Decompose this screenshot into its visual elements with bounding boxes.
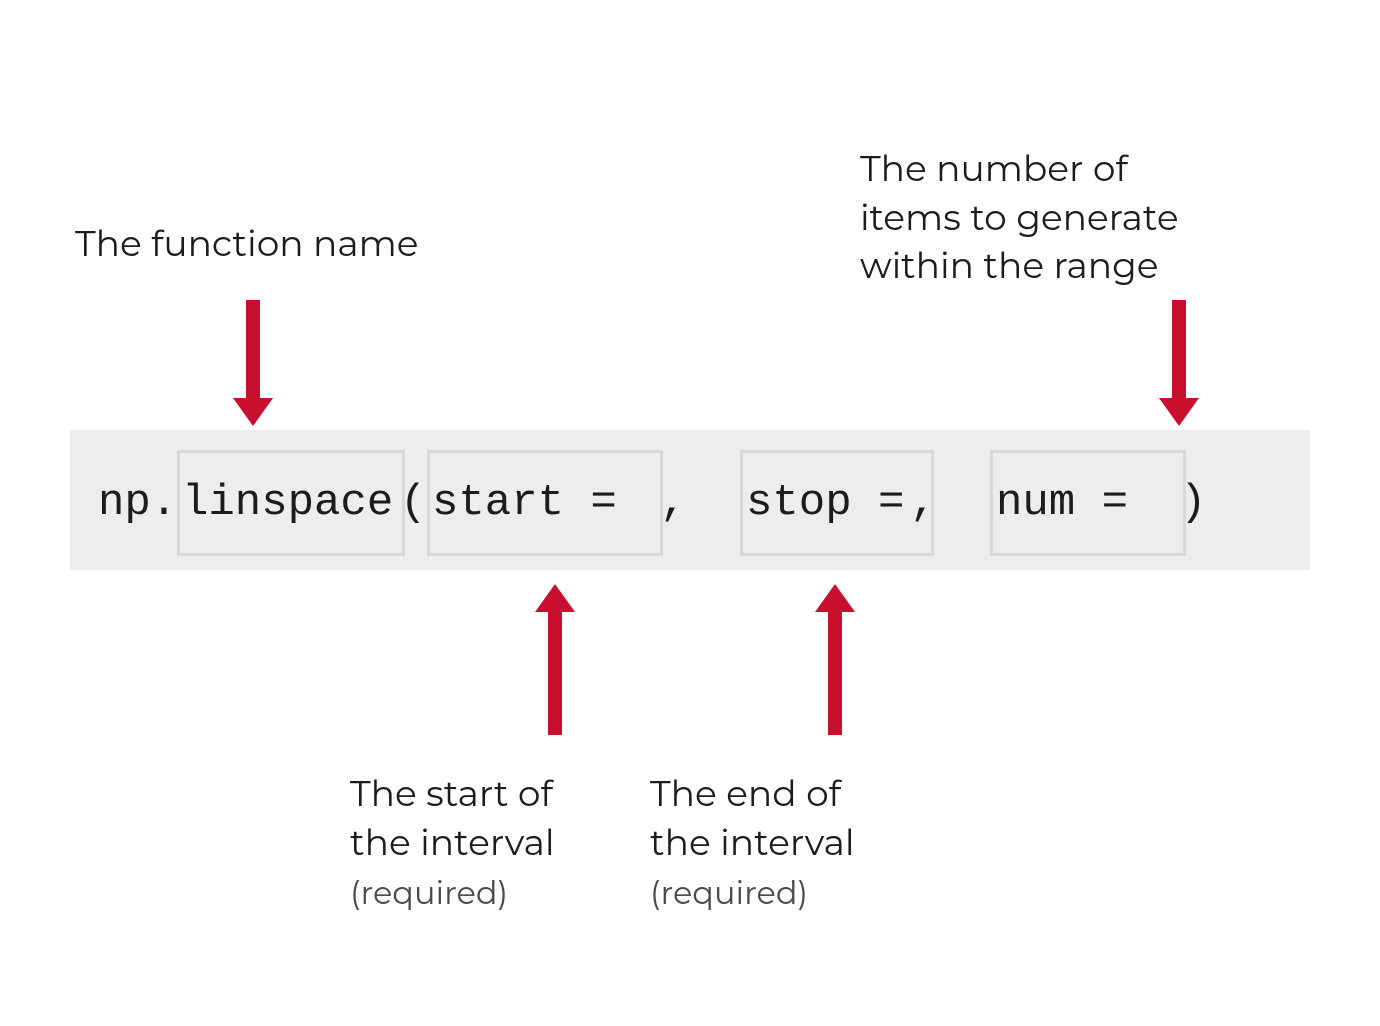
diagram-canvas: The function name The number of items to…	[0, 0, 1380, 1026]
stop-required-label: (required)	[650, 872, 808, 915]
code-bar: np. linspace ( start = , stop = , num = …	[70, 430, 1310, 570]
code-sep: ,	[660, 478, 713, 528]
arrow-up-icon	[828, 610, 842, 735]
arrow-down-icon	[246, 300, 260, 400]
start-label: The start of the interval	[350, 770, 555, 867]
code-open-paren: (	[400, 478, 426, 528]
code-stop-kw: stop =	[746, 478, 904, 528]
code-fn-name: linspace	[182, 478, 393, 528]
arrow-up-icon	[548, 610, 562, 735]
arrow-down-icon	[1172, 300, 1186, 400]
code-start-kw: start =	[432, 478, 643, 528]
code-num-kw: num =	[996, 478, 1154, 528]
code-prefix: np.	[98, 478, 177, 528]
code-sep: ,	[910, 478, 963, 528]
code-close-paren: )	[1180, 478, 1206, 528]
num-label: The number of items to generate within t…	[860, 145, 1179, 291]
fn-name-label: The function name	[75, 220, 419, 269]
stop-label: The end of the interval	[650, 770, 855, 867]
start-required-label: (required)	[350, 872, 508, 915]
